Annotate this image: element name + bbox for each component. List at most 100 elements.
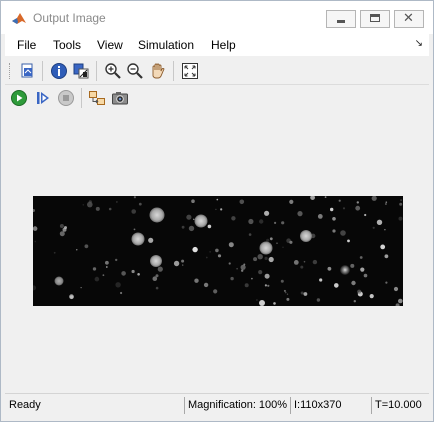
particle-speck — [324, 196, 327, 198]
menu-tools[interactable]: Tools — [53, 38, 81, 52]
adjust-contrast-icon[interactable] — [72, 62, 90, 80]
pan-hand-icon[interactable] — [149, 62, 167, 80]
status-time: T=10.000 — [371, 397, 427, 414]
particle-speck — [332, 217, 336, 221]
particle-speck — [228, 242, 234, 248]
status-image-size: I:110x370 — [290, 397, 370, 414]
particle-speck — [327, 266, 332, 271]
highlight-block-icon[interactable] — [88, 89, 106, 107]
dock-arrow-icon[interactable]: ↘ — [415, 38, 423, 49]
zoom-out-icon[interactable] — [126, 62, 144, 80]
particle-speck — [300, 291, 304, 295]
stop-icon[interactable] — [57, 89, 75, 107]
particle-speck — [59, 231, 65, 237]
menu-view[interactable]: View — [97, 38, 123, 52]
image-display-area[interactable] — [5, 113, 429, 391]
particle-speck — [353, 300, 356, 303]
particle-speck — [88, 200, 92, 204]
output-image-window: Output Image ✕ File Tools View Simulatio… — [0, 0, 434, 422]
menu-file[interactable]: File — [17, 38, 36, 52]
output-image[interactable] — [33, 196, 403, 306]
particle-speck — [372, 226, 375, 229]
particle-speck — [400, 199, 402, 201]
particle-speck — [33, 209, 35, 212]
menu-help[interactable]: Help — [211, 38, 236, 52]
particle-image — [33, 196, 403, 306]
menu-simulation[interactable]: Simulation — [138, 38, 194, 52]
particle-speck — [380, 244, 386, 250]
print-to-figure-icon[interactable] — [19, 62, 37, 80]
particle-speck — [155, 286, 159, 290]
particle-speck — [53, 251, 56, 254]
particle-speck — [191, 199, 195, 203]
particle-speck — [133, 196, 136, 199]
particle-speck — [269, 237, 273, 241]
particle-speck — [330, 207, 334, 212]
particle-speck — [255, 299, 258, 301]
minimize-button[interactable] — [326, 10, 356, 28]
toolbar-separator — [96, 61, 97, 81]
particle-speck — [360, 267, 365, 272]
particle-speck — [280, 279, 284, 283]
particle-speck — [332, 229, 336, 233]
particle-speck — [84, 244, 89, 249]
close-button[interactable]: ✕ — [394, 10, 424, 28]
particle-speck — [398, 216, 403, 221]
particle-speck — [364, 213, 367, 217]
particle-speck — [286, 293, 289, 295]
toolbar-separator — [173, 61, 174, 81]
particle-speck — [369, 294, 374, 299]
toolbar-grip[interactable] — [9, 63, 12, 79]
particle-speck — [398, 298, 403, 304]
particle-speck — [312, 259, 318, 265]
particle-speck — [209, 251, 211, 253]
particle-speck — [303, 292, 308, 296]
particle-speck — [131, 209, 136, 214]
particle-speck — [182, 264, 184, 266]
status-ready: Ready — [9, 399, 41, 411]
particle-speck — [231, 216, 236, 221]
particle-speck — [236, 267, 238, 270]
fit-to-window-icon[interactable] — [181, 62, 199, 80]
particle-speck — [342, 207, 346, 210]
particle-speck — [340, 230, 346, 236]
particle-speck — [293, 260, 299, 265]
info-icon[interactable] — [50, 62, 68, 80]
snapshot-camera-icon[interactable] — [111, 89, 129, 107]
toolbar-separator — [42, 61, 43, 81]
particle-speck — [264, 210, 270, 216]
particle-speck — [240, 264, 246, 270]
run-icon[interactable] — [10, 89, 28, 107]
particle-speck — [33, 285, 37, 291]
particle-speck — [267, 284, 270, 287]
particle-speck — [385, 281, 388, 284]
particle-speck — [203, 282, 209, 288]
particle-speck — [155, 274, 159, 278]
title-bar[interactable]: Output Image ✕ — [1, 1, 433, 34]
particle-speck — [173, 260, 180, 267]
particle-speck — [376, 219, 383, 225]
particle-speck — [121, 271, 126, 276]
particle-speck — [356, 201, 359, 204]
particle-speck — [310, 196, 315, 200]
particle-speck — [355, 205, 361, 211]
step-forward-icon[interactable] — [34, 89, 52, 107]
particle-speck — [357, 289, 362, 294]
particle-speck — [282, 246, 284, 248]
particle-speck — [303, 260, 306, 263]
particle-speck — [137, 273, 140, 276]
menu-bar: File Tools View Simulation Help ↘ — [5, 34, 429, 56]
particle-speck — [193, 218, 195, 220]
particle-speck — [363, 273, 368, 278]
particle-speck — [338, 199, 341, 202]
particle-speck — [108, 207, 112, 211]
maximize-button[interactable] — [360, 10, 390, 28]
particle-speck — [148, 237, 154, 243]
particle-speck — [207, 224, 212, 229]
zoom-in-icon[interactable] — [104, 62, 122, 80]
particle-speck — [92, 267, 97, 271]
particle-speck — [273, 302, 276, 305]
particle-speck — [239, 199, 245, 205]
particle-speck — [251, 277, 253, 280]
particle-speck — [384, 203, 387, 205]
